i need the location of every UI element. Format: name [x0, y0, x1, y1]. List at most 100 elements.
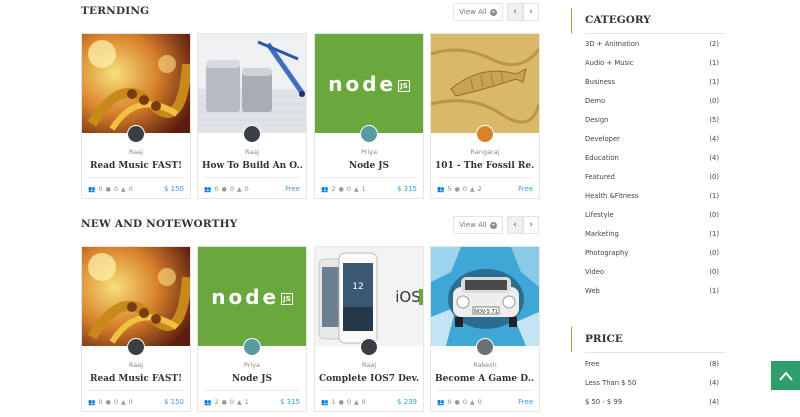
price-count: (4) [709, 398, 719, 406]
author-name[interactable]: Priya [315, 148, 423, 156]
course-title[interactable]: 101 - The Fossil Re... [435, 161, 535, 171]
price-accent-bar [571, 327, 572, 352]
noteworthy-view-all-button[interactable]: View All + [453, 216, 503, 234]
likes-count: 0 [128, 398, 133, 406]
comments-count: 0 [346, 185, 352, 193]
price-item-50-99[interactable]: $ 50 - $ 99 (4) [585, 398, 719, 406]
author-avatar[interactable] [360, 338, 378, 356]
course-price: Free [285, 185, 300, 193]
category-item-marketing[interactable]: Marketing (1) [585, 230, 719, 238]
author-avatar[interactable] [360, 125, 378, 143]
noteworthy-prev-button[interactable]: ‹ [507, 216, 523, 234]
author-name[interactable]: Raaj [315, 361, 423, 369]
category-accent-bar [571, 8, 572, 33]
price-item-free[interactable]: Free (8) [585, 360, 719, 368]
course-thumbnail-fossil[interactable] [431, 34, 539, 133]
category-label: Demo [585, 97, 606, 105]
users-icon: 👥 [321, 398, 329, 406]
thumbs-up-icon: ▲ [237, 185, 242, 193]
category-item-photography[interactable]: Photography (0) [585, 249, 719, 257]
price-item-less-than-50[interactable]: Less Than $ 50 (4) [585, 379, 719, 387]
category-item-health-fitness[interactable]: Health &Fitness (1) [585, 192, 719, 200]
category-item-featured[interactable]: Featured (0) [585, 173, 719, 181]
course-price: $ 150 [163, 398, 184, 406]
trending-prev-button[interactable]: ‹ [507, 3, 523, 21]
course-thumbnail-nodejs[interactable]: node JS [198, 247, 306, 346]
course-card[interactable]: Raaj Read Music FAST! 👥 0 ● 0 ▲ 0 $ 150 [81, 246, 191, 412]
course-card[interactable]: 12 iOS Raaj Complete IOS7 Dev... 👥 1 ● 0 ▲… [314, 246, 424, 412]
arrow-up-icon [778, 370, 793, 381]
back-to-top-button[interactable] [771, 361, 800, 390]
category-item-video[interactable]: Video (0) [585, 268, 719, 276]
author-name[interactable]: Raaj [198, 148, 306, 156]
comments-count: 0 [346, 398, 352, 406]
price-label: Free [585, 360, 600, 368]
course-card[interactable]: node JS Priya Node JS 👥 2 ● 0 ▲ 1 $ 315 [197, 246, 307, 412]
category-item-demo[interactable]: Demo (0) [585, 97, 719, 105]
author-avatar[interactable] [127, 338, 145, 356]
author-name[interactable]: Raaj [82, 361, 190, 369]
view-all-label: View All [459, 221, 487, 229]
author-name[interactable]: Rakesh [431, 361, 539, 369]
chevron-left-icon: ‹ [513, 7, 517, 17]
divider [88, 177, 184, 178]
course-thumbnail-nodejs[interactable]: node JS [315, 34, 423, 133]
course-title[interactable]: Read Music FAST! [86, 161, 186, 171]
plus-circle-icon: + [489, 221, 497, 229]
course-thumbnail-ios7[interactable]: 12 iOS [315, 247, 423, 346]
course-stats: 👥 1 ● 0 ▲ 0 [321, 398, 366, 406]
divider [437, 390, 533, 391]
author-avatar[interactable] [476, 125, 494, 143]
course-title[interactable]: Read Music FAST! [86, 374, 186, 384]
category-item-lifestyle[interactable]: Lifestyle (0) [585, 211, 719, 219]
author-name[interactable]: Raaj [82, 148, 190, 156]
category-item-business[interactable]: Business (1) [585, 78, 719, 86]
course-card[interactable]: NOV-5 71 Rakesh Become A Game D... 👥 0 ● 0… [430, 246, 540, 412]
course-thumbnail-saxophone[interactable] [82, 247, 190, 346]
course-title[interactable]: Become A Game D... [435, 374, 535, 384]
author-avatar[interactable] [243, 338, 261, 356]
course-thumbnail-car-wall[interactable]: NOV-5 71 [431, 247, 539, 346]
course-card[interactable]: Raaj Read Music FAST! 👥 0 ● 0 ▲ 0 $ 150 [81, 33, 191, 199]
course-card[interactable]: Rangaraj 101 - The Fossil Re... 👥 5 ● 0 ▲ 2… [430, 33, 540, 199]
course-card[interactable]: Raaj How To Build An O... 👥 0 ● 0 ▲ 0 Free [197, 33, 307, 199]
trending-view-all-button[interactable]: View All + [453, 3, 503, 21]
author-avatar[interactable] [243, 125, 261, 143]
users-icon: 👥 [437, 185, 445, 193]
course-thumbnail-saxophone[interactable] [82, 34, 190, 133]
category-item-audio-music[interactable]: Audio + Music (1) [585, 59, 719, 67]
author-avatar[interactable] [127, 125, 145, 143]
category-count: (1) [709, 287, 719, 295]
category-item-3d-animation[interactable]: 3D + Animation (2) [585, 40, 719, 48]
category-count: (0) [709, 173, 719, 181]
comment-icon: ● [454, 398, 460, 406]
category-item-web[interactable]: Web (1) [585, 287, 719, 295]
category-item-developer[interactable]: Developer (4) [585, 135, 719, 143]
noteworthy-title: NEW AND NOTEWORTHY [81, 218, 238, 230]
course-title[interactable]: Node JS [319, 161, 419, 171]
course-thumbnail-coins[interactable] [198, 34, 306, 133]
users-icon: 👥 [321, 185, 329, 193]
trending-next-button[interactable]: › [523, 3, 539, 21]
author-name[interactable]: Priya [198, 361, 306, 369]
course-card[interactable]: node JS Priya Node JS 👥 2 ● 0 ▲ 1 $ 315 [314, 33, 424, 199]
price-count: (4) [709, 379, 719, 387]
course-title[interactable]: Complete IOS7 Dev... [319, 374, 419, 384]
noteworthy-next-button[interactable]: › [523, 216, 539, 234]
students-count: 0 [98, 185, 103, 193]
category-label: Developer [585, 135, 620, 143]
phone-clock-text: 12 [352, 282, 363, 292]
course-stats: 👥 0 ● 0 ▲ 0 [88, 185, 133, 193]
category-label: Marketing [585, 230, 619, 238]
author-avatar[interactable] [476, 338, 494, 356]
category-item-education[interactable]: Education (4) [585, 154, 719, 162]
comments-count: 0 [462, 398, 468, 406]
category-label: Design [585, 116, 609, 124]
trending-title: TERNDING [81, 5, 150, 17]
thumbs-up-icon: ▲ [354, 398, 359, 406]
course-title[interactable]: Node JS [202, 374, 302, 384]
users-icon: 👥 [204, 185, 212, 193]
course-title[interactable]: How To Build An O... [202, 161, 302, 171]
category-item-design[interactable]: Design (5) [585, 116, 719, 124]
author-name[interactable]: Rangaraj [431, 148, 539, 156]
